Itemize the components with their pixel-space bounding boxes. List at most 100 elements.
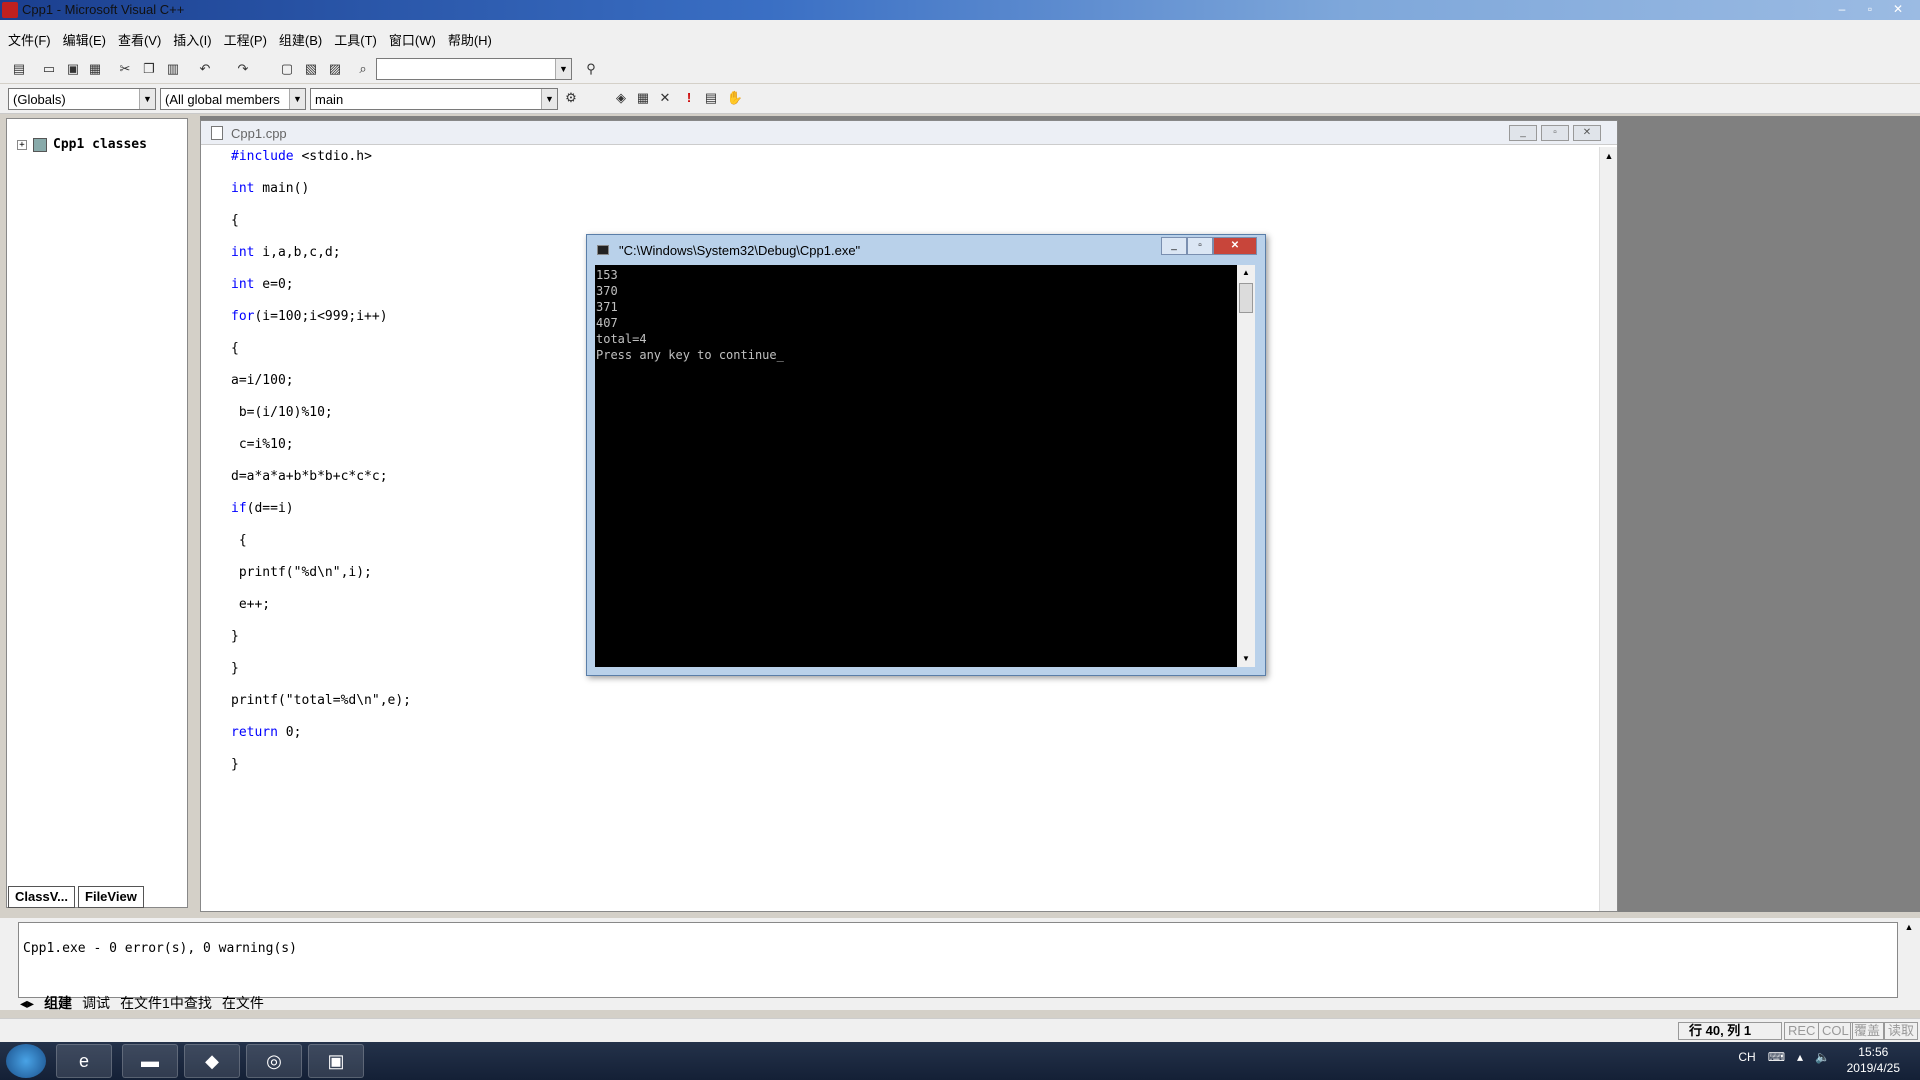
save-all-icon[interactable]: ▦: [86, 60, 104, 78]
expand-icon[interactable]: +: [17, 139, 27, 150]
code-keyword: int: [231, 277, 255, 292]
globals-combo[interactable]: (Globals) ▼: [8, 88, 156, 110]
cut-icon[interactable]: ✂: [116, 60, 134, 78]
undo-icon[interactable]: ↶: [196, 60, 214, 78]
menu-help[interactable]: 帮助(H): [448, 30, 492, 49]
visual-cpp-taskbar-icon[interactable]: ◎: [246, 1044, 302, 1078]
code-line: for(i=100;i<999;i++): [231, 309, 411, 341]
scroll-up-icon[interactable]: ▲: [1600, 147, 1618, 165]
save-icon[interactable]: ▣: [64, 60, 82, 78]
tab-find-in-files-2[interactable]: 在文件: [222, 993, 264, 1013]
chevron-down-icon[interactable]: ▼: [289, 89, 305, 109]
breakpoint-hand-icon[interactable]: ✋: [726, 89, 744, 107]
cursor-position: 行 40, 列 1: [1678, 1022, 1782, 1040]
copy-icon[interactable]: ❐: [140, 60, 158, 78]
maximize-button[interactable]: ▫: [1856, 0, 1884, 18]
go-icon[interactable]: ▤: [702, 89, 720, 107]
open-folder-icon[interactable]: ▭: [40, 60, 58, 78]
code-keyword: if: [231, 501, 247, 516]
output-window-icon[interactable]: ▧: [302, 60, 320, 78]
editor-close-button[interactable]: ✕: [1573, 125, 1601, 141]
menu-project[interactable]: 工程(P): [224, 30, 267, 49]
scroll-down-icon[interactable]: ▼: [1237, 651, 1255, 667]
menu-window[interactable]: 窗口(W): [389, 30, 436, 49]
internet-explorer-icon[interactable]: e: [56, 1044, 112, 1078]
find-combo[interactable]: ▼: [376, 58, 572, 80]
find-in-files-icon[interactable]: ⌕: [354, 60, 372, 78]
console-titlebar[interactable]: "C:\Windows\System32\Debug\Cpp1.exe" _ ▫…: [587, 235, 1265, 265]
menu-file[interactable]: 文件(F): [8, 30, 51, 49]
console-output[interactable]: 153 370 371 407 total=4 Press any key to cont…: [595, 265, 1237, 667]
scroll-up-icon[interactable]: ▲: [1237, 265, 1255, 281]
workspace-tabs: ClassV... FileView: [8, 886, 178, 908]
console-controls: _ ▫ ✕: [1161, 237, 1257, 255]
tab-debug[interactable]: 调试: [82, 993, 110, 1013]
output-scrollbar[interactable]: ▲: [1900, 922, 1918, 994]
col-indicator: COL: [1818, 1022, 1853, 1040]
editor-filename: Cpp1.cpp: [231, 126, 287, 141]
console-scrollbar[interactable]: ▲ ▼: [1237, 265, 1255, 667]
editor-window-controls: _ ▫ ✕: [1509, 125, 1601, 141]
document-icon: [211, 126, 223, 140]
menu-tools[interactable]: 工具(T): [334, 30, 377, 49]
console-line: 153: [596, 268, 618, 282]
console-minimize-button[interactable]: _: [1161, 237, 1187, 255]
code-line: a=i/100;: [231, 373, 411, 405]
menu-edit[interactable]: 编辑(E): [63, 30, 106, 49]
language-indicator[interactable]: CH: [1738, 1050, 1755, 1064]
classes-icon: [33, 137, 47, 152]
console-window[interactable]: "C:\Windows\System32\Debug\Cpp1.exe" _ ▫…: [586, 234, 1266, 676]
menu-view[interactable]: 查看(V): [118, 30, 161, 49]
editor-restore-button[interactable]: ▫: [1541, 125, 1569, 141]
console-maximize-button[interactable]: ▫: [1187, 237, 1213, 255]
build-icon[interactable]: ▦: [634, 89, 652, 107]
stop-build-icon[interactable]: ✕: [656, 89, 674, 107]
keyboard-icon[interactable]: ⌨: [1768, 1050, 1785, 1064]
chevron-down-icon[interactable]: ▼: [555, 59, 571, 79]
menu-bar: 文件(F) 编辑(E) 查看(V) 插入(I) 工程(P) 组建(B) 工具(T…: [0, 20, 1920, 58]
code-text: a=i/100;: [231, 373, 294, 388]
tab-find-in-files-1[interactable]: 在文件1中查找: [120, 993, 212, 1013]
wizard-action-icon[interactable]: ⚙: [562, 89, 580, 107]
output-text-area[interactable]: Cpp1.exe - 0 error(s), 0 warning(s): [18, 922, 1898, 998]
code-text: d=a*a*a+b*b*b+c*c*c;: [231, 469, 388, 484]
tray-expand-icon[interactable]: ▴: [1797, 1050, 1803, 1064]
tab-scroll-left-icon[interactable]: ◂▸: [20, 995, 34, 1012]
minimize-button[interactable]: –: [1828, 0, 1856, 18]
chevron-down-icon[interactable]: ▼: [541, 89, 557, 109]
media-app-icon[interactable]: ◆: [184, 1044, 240, 1078]
scroll-thumb[interactable]: [1239, 283, 1253, 313]
chevron-down-icon[interactable]: ▼: [139, 89, 155, 109]
start-button[interactable]: [6, 1044, 46, 1078]
tab-classview[interactable]: ClassV...: [8, 886, 76, 908]
compile-icon[interactable]: ◈: [612, 89, 630, 107]
execute-icon[interactable]: !: [680, 89, 698, 107]
file-explorer-icon[interactable]: ▬: [122, 1044, 178, 1078]
window-list-icon[interactable]: ▨: [326, 60, 344, 78]
function-combo[interactable]: main ▼: [310, 88, 558, 110]
binoculars-icon[interactable]: ⚲: [582, 60, 600, 78]
members-combo[interactable]: (All global members ▼: [160, 88, 306, 110]
menu-build[interactable]: 组建(B): [279, 30, 322, 49]
volume-icon[interactable]: 🔈: [1815, 1050, 1830, 1064]
code-text: {: [231, 533, 247, 548]
editor-vertical-scrollbar[interactable]: ▲: [1599, 147, 1617, 911]
new-file-icon[interactable]: ▤: [10, 60, 28, 78]
code-line: printf("%d\n",i);: [231, 565, 411, 597]
workspace-panel: + Cpp1 classes: [6, 118, 188, 908]
workspace-icon[interactable]: ▢: [278, 60, 296, 78]
code-text-area[interactable]: #include <stdio.h> int main(){int i,a,b,c…: [231, 149, 411, 789]
code-line: d=a*a*a+b*b*b+c*c*c;: [231, 469, 411, 501]
console-taskbar-icon[interactable]: ▣: [308, 1044, 364, 1078]
paste-icon[interactable]: ▥: [164, 60, 182, 78]
menu-insert[interactable]: 插入(I): [173, 30, 211, 49]
code-text: <stdio.h>: [293, 149, 372, 164]
console-close-button[interactable]: ✕: [1213, 237, 1257, 255]
clock[interactable]: 15:56 2019/4/25: [1847, 1044, 1900, 1076]
editor-minimize-button[interactable]: _: [1509, 125, 1537, 141]
tab-build[interactable]: 组建: [44, 993, 72, 1013]
tree-item-classes[interactable]: + Cpp1 classes: [17, 137, 147, 152]
close-button[interactable]: ✕: [1884, 0, 1912, 18]
tab-fileview[interactable]: FileView: [78, 886, 144, 908]
redo-icon[interactable]: ↷: [234, 60, 252, 78]
